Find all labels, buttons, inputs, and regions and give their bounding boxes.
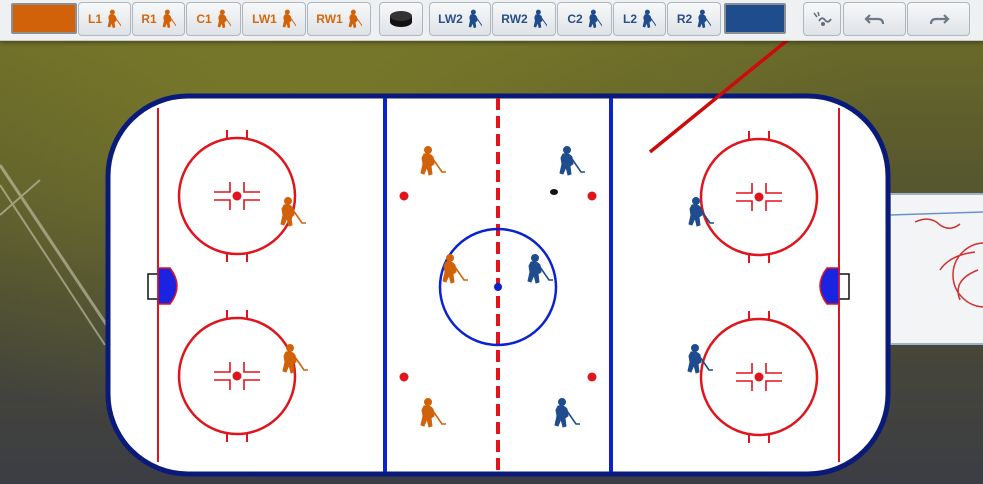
skater-icon [697, 9, 712, 29]
redo-icon [929, 14, 950, 25]
background-whiteboard [889, 193, 983, 345]
away-player-c2-button[interactable]: C2 [557, 2, 612, 36]
undo-icon [863, 14, 884, 25]
player-label: LW1 [252, 12, 277, 26]
skater-icon [588, 9, 602, 29]
puck[interactable] [550, 189, 558, 195]
player-label: C2 [567, 12, 583, 26]
player-label: C1 [196, 12, 212, 26]
away-player-rw2-button[interactable]: RW2 [492, 2, 556, 36]
undo-button[interactable] [843, 2, 906, 36]
home-player-rw1-button[interactable]: RW1 [307, 2, 371, 36]
home-player-r1-button[interactable]: R1 [132, 2, 185, 36]
redo-button[interactable] [907, 2, 970, 36]
player-label: LW2 [438, 12, 463, 26]
home-team-color-swatch[interactable] [11, 3, 77, 34]
hockey-rink [0, 93, 983, 477]
player-label: R1 [141, 12, 157, 26]
draw-path-icon [813, 11, 832, 26]
player-label: RW2 [501, 12, 528, 26]
player-label: RW1 [316, 12, 343, 26]
skater-icon [468, 9, 482, 29]
background-rail [0, 164, 112, 346]
left-goal [147, 267, 178, 305]
draw-path-button[interactable] [803, 2, 841, 36]
away-player-lw2-button[interactable]: LW2 [429, 2, 491, 36]
skater-icon [107, 9, 121, 29]
skater-icon [282, 9, 296, 29]
skater-icon [642, 9, 656, 29]
home-player-c1-button[interactable]: C1 [186, 2, 241, 36]
right-goal [819, 267, 850, 305]
player-label: L1 [87, 12, 102, 26]
skater-icon [217, 9, 231, 29]
home-player-lw1-button[interactable]: LW1 [242, 2, 306, 36]
away-team-color-swatch[interactable] [724, 3, 786, 34]
skater-icon [348, 9, 362, 29]
home-player-l1-button[interactable]: L1 [78, 2, 131, 36]
player-label: L2 [622, 12, 637, 26]
away-player-l2-button[interactable]: L2 [613, 2, 666, 36]
puck-button[interactable] [379, 2, 423, 36]
player-label: R2 [676, 12, 693, 26]
away-player-r2-button[interactable]: R2 [667, 2, 721, 36]
skater-icon [162, 9, 176, 29]
toolbar: L1 R1 C1 LW1 RW1 LW2 RW2 C2 L2 R2 [0, 0, 983, 41]
puck-icon [390, 11, 412, 27]
skater-icon [533, 9, 547, 29]
